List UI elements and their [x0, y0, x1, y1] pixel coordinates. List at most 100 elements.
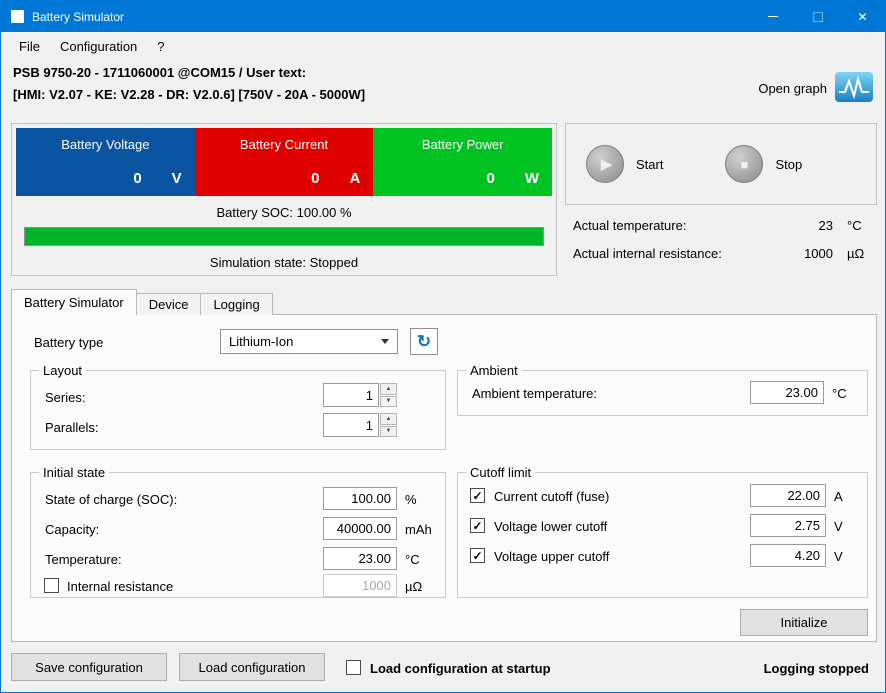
play-icon: ▶ — [601, 155, 613, 173]
battery-voltage-meter: Battery Voltage 0V — [16, 128, 195, 196]
start-button[interactable]: ▶ Start — [586, 145, 663, 183]
tab-logging[interactable]: Logging — [201, 293, 272, 315]
layout-group-title: Layout — [39, 363, 86, 378]
actual-resistance-label: Actual internal resistance: — [573, 246, 773, 261]
parallels-spinner: ▲ ▼ — [323, 413, 397, 437]
spin-up-icon[interactable]: ▲ — [380, 413, 397, 425]
parallels-input[interactable] — [323, 413, 379, 437]
voltage-upper-cutoff-unit: V — [834, 549, 843, 564]
battery-type-value: Lithium-Ion — [229, 334, 293, 349]
meters: Battery Voltage 0V Battery Current 0A Ba… — [16, 128, 552, 196]
refresh-icon: ↻ — [417, 332, 431, 352]
initial-state-group: Initial state State of charge (SOC): % C… — [30, 472, 446, 598]
stop-circle: ■ — [725, 145, 763, 183]
refresh-button[interactable]: ↻ — [410, 328, 438, 355]
battery-voltage-unit: V — [172, 170, 182, 187]
initialize-button-label: Initialize — [781, 615, 828, 630]
ambient-group: Ambient Ambient temperature: °C — [457, 370, 868, 416]
app-icon — [11, 10, 24, 23]
battery-current-label: Battery Current — [195, 128, 374, 152]
tab-device-label: Device — [149, 297, 189, 312]
battery-simulator-panel: Battery type Lithium-Ion ↻ Layout Series… — [11, 314, 877, 642]
actual-resistance-row: Actual internal resistance: 1000 µΩ — [565, 239, 877, 267]
current-cutoff-checkbox[interactable]: ✓ — [470, 488, 485, 503]
ambient-temperature-unit: °C — [832, 386, 847, 401]
actual-temperature-label: Actual temperature: — [573, 218, 773, 233]
stop-label: Stop — [775, 157, 802, 172]
tab-logging-label: Logging — [213, 297, 259, 312]
battery-voltage-value: 0 — [133, 170, 141, 187]
stop-button[interactable]: ■ Stop — [725, 145, 802, 183]
actual-resistance-value: 1000 — [773, 246, 833, 261]
load-at-startup-label: Load configuration at startup — [370, 661, 551, 676]
load-configuration-label: Load configuration — [199, 660, 306, 675]
maximize-button[interactable] — [795, 1, 840, 32]
initialize-button[interactable]: Initialize — [740, 609, 868, 636]
initial-temperature-unit: °C — [405, 552, 420, 567]
save-configuration-label: Save configuration — [35, 660, 143, 675]
internal-resistance-unit: µΩ — [405, 579, 422, 594]
capacity-label: Capacity: — [45, 522, 99, 537]
close-button[interactable]: ✕ — [840, 1, 885, 32]
initial-temperature-input[interactable] — [323, 547, 397, 570]
cutoff-limit-group-title: Cutoff limit — [466, 465, 535, 480]
battery-type-label: Battery type — [34, 335, 103, 350]
battery-power-meter: Battery Power 0W — [373, 128, 552, 196]
parallels-label: Parallels: — [45, 420, 98, 435]
battery-power-label: Battery Power — [373, 128, 552, 152]
spin-up-icon[interactable]: ▲ — [380, 383, 397, 395]
save-configuration-button[interactable]: Save configuration — [11, 653, 167, 681]
voltage-upper-cutoff-input[interactable] — [750, 544, 826, 567]
tab-battery-simulator[interactable]: Battery Simulator — [11, 289, 137, 315]
start-circle: ▶ — [586, 145, 624, 183]
device-info-line1: PSB 9750-20 - 1711060001 @COM15 / User t… — [13, 62, 365, 84]
app-window: Battery Simulator ✕ File Configuration ?… — [0, 0, 886, 693]
current-cutoff-input[interactable] — [750, 484, 826, 507]
menu-file[interactable]: File — [9, 34, 50, 59]
voltage-lower-cutoff-input[interactable] — [750, 514, 826, 537]
internal-resistance-input[interactable] — [323, 574, 397, 597]
voltage-upper-cutoff-label: Voltage upper cutoff — [494, 549, 609, 564]
spin-down-icon[interactable]: ▼ — [380, 396, 397, 408]
voltage-lower-cutoff-label: Voltage lower cutoff — [494, 519, 607, 534]
soc-progress-bar — [24, 227, 544, 246]
stop-icon: ■ — [741, 157, 749, 172]
ambient-group-title: Ambient — [466, 363, 522, 378]
series-label: Series: — [45, 390, 85, 405]
soc-input[interactable] — [323, 487, 397, 510]
ambient-temperature-input[interactable] — [750, 381, 824, 404]
battery-power-unit: W — [525, 170, 539, 187]
menu-configuration[interactable]: Configuration — [50, 34, 147, 59]
actual-readings: Actual temperature: 23 °C Actual interna… — [565, 211, 877, 267]
voltage-upper-cutoff-checkbox[interactable]: ✓ — [470, 548, 485, 563]
spin-down-icon[interactable]: ▼ — [380, 426, 397, 438]
menubar: File Configuration ? — [1, 32, 885, 60]
current-cutoff-unit: A — [834, 489, 843, 504]
initial-temperature-label: Temperature: — [45, 552, 122, 567]
series-spinner: ▲ ▼ — [323, 383, 397, 407]
actual-temperature-row: Actual temperature: 23 °C — [565, 211, 877, 239]
load-configuration-button[interactable]: Load configuration — [179, 653, 325, 681]
internal-resistance-checkbox[interactable] — [44, 578, 59, 593]
battery-type-select[interactable]: Lithium-Ion — [220, 329, 398, 354]
load-at-startup-checkbox[interactable] — [346, 660, 361, 675]
series-input[interactable] — [323, 383, 379, 407]
menu-help[interactable]: ? — [147, 34, 174, 59]
layout-group: Layout Series: ▲ ▼ Parallels: ▲ ▼ — [30, 370, 446, 450]
open-graph-label[interactable]: Open graph — [758, 81, 827, 96]
status-panel: Battery Voltage 0V Battery Current 0A Ba… — [11, 123, 557, 276]
actual-resistance-unit: µΩ — [833, 246, 869, 261]
actual-temperature-unit: °C — [833, 218, 869, 233]
voltage-lower-cutoff-checkbox[interactable]: ✓ — [470, 518, 485, 533]
capacity-unit: mAh — [405, 522, 432, 537]
logging-status-text: Logging stopped — [764, 661, 869, 676]
soc-label: State of charge (SOC): — [45, 492, 177, 507]
soc-unit: % — [405, 492, 417, 507]
tab-battery-simulator-label: Battery Simulator — [24, 295, 124, 310]
initial-state-group-title: Initial state — [39, 465, 109, 480]
tab-device[interactable]: Device — [137, 293, 202, 315]
minimize-button[interactable] — [750, 1, 795, 32]
actual-temperature-value: 23 — [773, 218, 833, 233]
graph-icon[interactable] — [835, 72, 873, 102]
capacity-input[interactable] — [323, 517, 397, 540]
